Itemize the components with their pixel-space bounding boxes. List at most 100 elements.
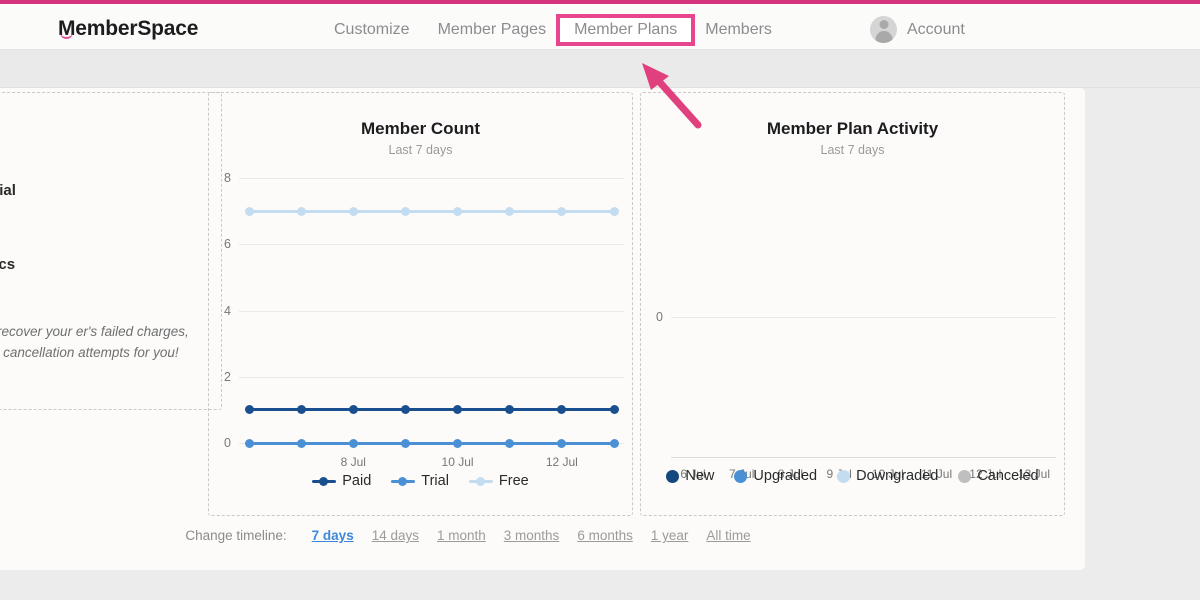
timeline-option-1-month[interactable]: 1 month — [437, 528, 486, 543]
data-point-free[interactable] — [609, 206, 619, 216]
data-point-paid[interactable] — [557, 405, 567, 415]
data-point-trial[interactable] — [348, 438, 358, 448]
dashboard-summary-card: shboard paid membermembers on trialfree … — [0, 92, 222, 410]
gridline — [239, 244, 624, 246]
legend-swatch-icon — [666, 469, 680, 483]
legend-dot-icon — [475, 476, 485, 486]
legend-label: Paid — [342, 473, 372, 489]
legend-label: Free — [498, 473, 529, 489]
data-point-trial[interactable] — [400, 438, 410, 448]
data-point-trial[interactable] — [296, 438, 306, 448]
legend-item-upgraded[interactable]: Upgraded — [734, 468, 817, 484]
data-point-free[interactable] — [453, 206, 463, 216]
legend-dot-icon — [319, 476, 329, 486]
summary-stat-3: evenue analytics — [0, 256, 16, 273]
series-segment-paid — [561, 408, 614, 412]
member-count-chart-card: Member Count Last 7 days 024688 Jul 10 Ju… — [208, 92, 633, 516]
series-segment-trial — [561, 441, 614, 445]
data-point-free[interactable] — [348, 206, 358, 216]
data-point-trial[interactable] — [453, 438, 463, 448]
legend-item-new[interactable]: New — [666, 468, 714, 484]
data-point-paid[interactable] — [609, 405, 619, 415]
data-point-paid[interactable] — [400, 405, 410, 415]
gridline — [239, 376, 624, 378]
series-segment-free — [561, 209, 614, 213]
legend-item-free[interactable]: Free — [468, 473, 529, 489]
series-segment-trial — [405, 441, 458, 445]
timeline-option-7-days[interactable]: 7 days — [312, 528, 354, 543]
series-segment-paid — [249, 408, 302, 412]
plan-activity-chart-card: Member Plan Activity Last 7 days 06 Jul 7… — [640, 92, 1065, 516]
y-axis-tick: 0 — [656, 310, 663, 324]
app-screen: MemberSpace Customize Member Pages Member … — [0, 0, 1200, 600]
account-label: Account — [907, 20, 965, 38]
series-segment-free — [301, 209, 354, 213]
y-axis-tick: 0 — [224, 436, 231, 450]
gridline — [239, 178, 624, 179]
data-point-trial[interactable] — [557, 438, 567, 448]
series-segment-free — [405, 209, 458, 213]
x-axis-tick: 12 Jul — [545, 455, 578, 469]
gridline — [239, 310, 624, 312]
nav-item-members[interactable]: Members — [691, 18, 786, 42]
y-axis-tick: 2 — [224, 369, 231, 384]
account-menu[interactable]: Account — [870, 16, 965, 43]
legend-label: New — [685, 468, 715, 484]
series-segment-paid — [405, 408, 458, 412]
top-navigation-bar: MemberSpace Customize Member Pages Member … — [0, 0, 1200, 50]
timeline-label: Change timeline: — [185, 528, 287, 543]
data-point-free[interactable] — [244, 206, 254, 216]
nav-item-member-plans[interactable]: Member Plans — [560, 18, 692, 42]
app-logo-text: MemberSpace — [58, 17, 199, 40]
series-segment-free — [249, 209, 302, 213]
x-axis-line — [671, 457, 1056, 458]
timeline-option-6-months[interactable]: 6 months — [577, 528, 633, 543]
plan-activity-plot: 06 Jul7 Jul8 Jul9 Jul10 Jul11 Jul12 Jul1… — [641, 93, 1066, 481]
data-point-paid[interactable] — [348, 405, 358, 415]
legend-label: Canceled — [977, 468, 1039, 484]
timeline-links: 7 days 14 days 1 month 3 months 6 months 1 ye… — [303, 528, 760, 543]
series-segment-paid — [509, 408, 562, 412]
data-point-free[interactable] — [400, 206, 410, 216]
y-axis-tick: 4 — [224, 303, 231, 318]
timeline-switcher: Change timeline: 7 days 14 days 1 month 3 m… — [0, 528, 1085, 543]
legend-item-trial[interactable]: Trial — [391, 473, 449, 489]
y-axis-tick: 8 — [224, 171, 231, 185]
data-point-trial[interactable] — [505, 438, 515, 448]
page-content-area: shboard paid membermembers on trialfree … — [0, 88, 1200, 600]
series-segment-paid — [457, 408, 510, 412]
nav-item-member-pages[interactable]: Member Pages — [424, 18, 561, 42]
plan-activity-legend: New Upgraded Downgraded Canceled — [641, 468, 1064, 484]
legend-item-canceled[interactable]: Canceled — [958, 468, 1039, 484]
dashboard-panel: shboard paid membermembers on trialfree … — [0, 88, 1085, 570]
series-segment-trial — [249, 441, 302, 445]
legend-dot-icon — [398, 476, 408, 486]
legend-swatch-icon — [958, 469, 972, 483]
data-point-paid[interactable] — [505, 405, 515, 415]
legend-label: Upgraded — [753, 468, 818, 484]
data-point-paid[interactable] — [244, 405, 254, 415]
summary-stat-1: members on trial — [0, 182, 16, 199]
member-count-legend: Paid Trial Free — [209, 473, 632, 489]
legend-item-downgraded[interactable]: Downgraded — [837, 468, 938, 484]
data-point-paid[interactable] — [296, 405, 306, 415]
data-point-free[interactable] — [505, 206, 515, 216]
nav-item-customize[interactable]: Customize — [320, 18, 424, 42]
legend-item-paid[interactable]: Paid — [312, 473, 371, 489]
timeline-option-3-months[interactable]: 3 months — [504, 528, 560, 543]
data-point-free[interactable] — [557, 206, 567, 216]
y-axis-tick: 6 — [224, 237, 231, 252]
data-point-paid[interactable] — [453, 405, 463, 415]
data-point-trial[interactable] — [244, 438, 254, 448]
avatar-icon — [870, 16, 897, 43]
timeline-option-14-days[interactable]: 14 days — [372, 528, 419, 543]
series-segment-free — [457, 209, 510, 213]
series-segment-trial — [353, 441, 406, 445]
timeline-option-1-year[interactable]: 1 year — [651, 528, 689, 543]
series-segment-paid — [301, 408, 354, 412]
timeline-option-all-time[interactable]: All time — [706, 528, 750, 543]
data-point-free[interactable] — [296, 206, 306, 216]
data-point-trial[interactable] — [609, 438, 619, 448]
main-nav: Customize Member Pages Member Plans Members — [320, 18, 786, 42]
app-logo[interactable]: MemberSpace — [58, 17, 198, 41]
